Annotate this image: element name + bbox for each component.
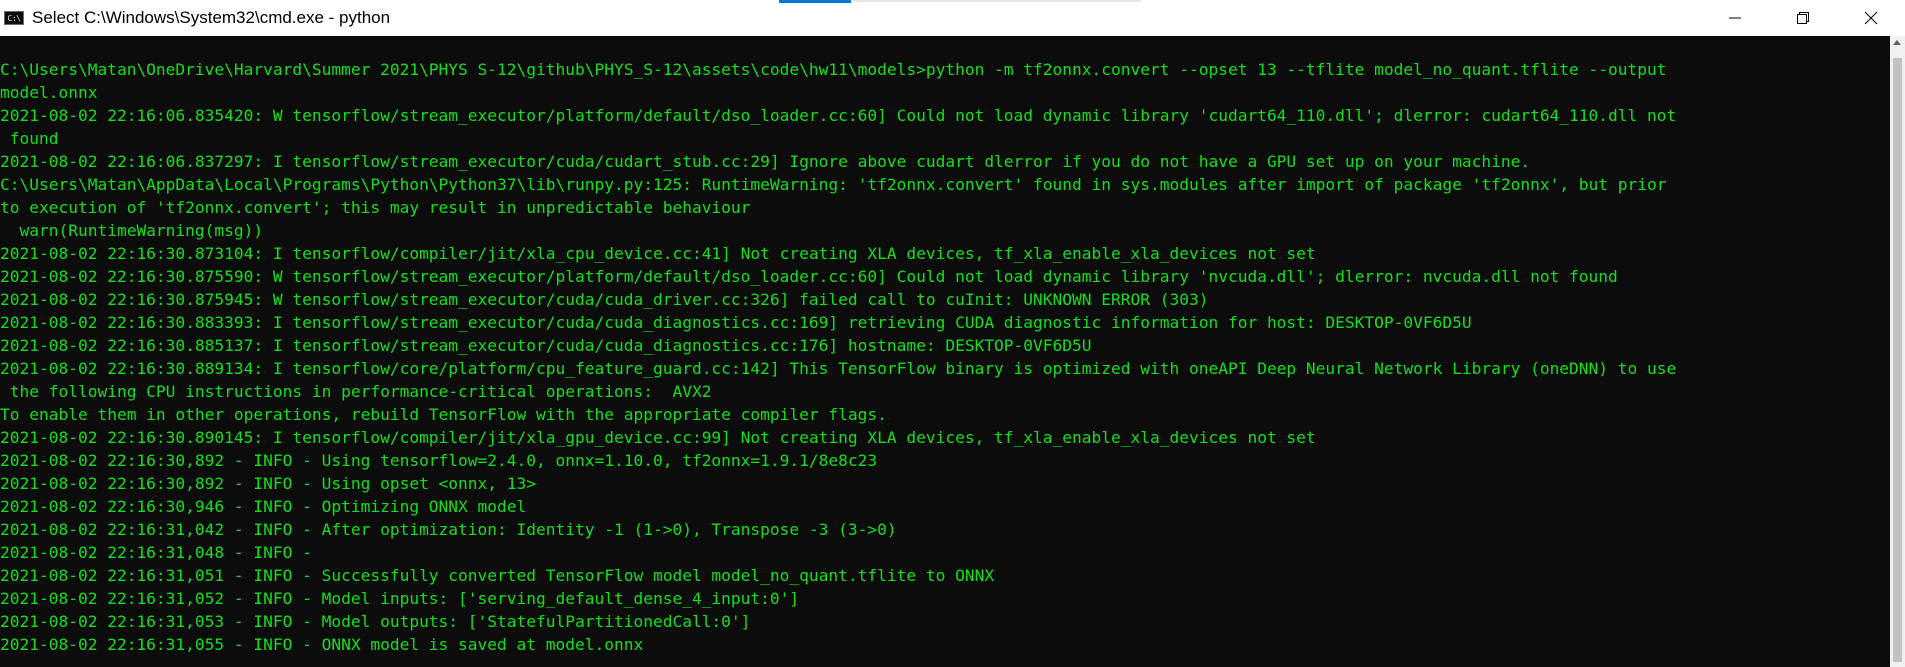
- console-line: 2021-08-02 22:16:30.890145: I tensorflow…: [0, 428, 1316, 447]
- window-controls: [1701, 0, 1905, 36]
- cmd-app-icon-text: C:\: [7, 13, 21, 23]
- close-button[interactable]: [1837, 0, 1905, 36]
- title-bar[interactable]: C:\ Select C:\Windows\System32\cmd.exe -…: [0, 0, 1905, 36]
- title-accent-line: [851, 0, 1141, 2]
- console-output-area[interactable]: C:\Users\Matan\OneDrive\Harvard\Summer 2…: [0, 36, 1890, 667]
- cmd-window: C:\ Select C:\Windows\System32\cmd.exe -…: [0, 0, 1905, 667]
- console-line: 2021-08-02 22:16:31,053 - INFO - Model o…: [0, 612, 751, 631]
- console-line: 2021-08-02 22:16:30,892 - INFO - Using o…: [0, 474, 537, 493]
- console-line: 2021-08-02 22:16:30,946 - INFO - Optimiz…: [0, 497, 527, 516]
- console-line: 2021-08-02 22:16:06.835420: W tensorflow…: [0, 106, 1677, 125]
- console-line: C:\Users\Matan\OneDrive\Harvard\Summer 2…: [0, 60, 1667, 79]
- maximize-button[interactable]: [1769, 0, 1837, 36]
- console-line: 2021-08-02 22:16:31,048 - INFO -: [0, 543, 312, 562]
- console-line: To enable them in other operations, rebu…: [0, 405, 887, 424]
- scroll-up-arrow-icon[interactable]: [1893, 40, 1901, 45]
- console-line: 2021-08-02 22:16:30.875590: W tensorflow…: [0, 267, 1618, 286]
- scrollbar-thumb[interactable]: [1893, 58, 1902, 662]
- console-line: 2021-08-02 22:16:31,051 - INFO - Success…: [0, 566, 995, 585]
- console-line: 2021-08-02 22:16:30.885137: I tensorflow…: [0, 336, 1092, 355]
- console-line: warn(RuntimeWarning(msg)): [0, 221, 264, 240]
- console-line: 2021-08-02 22:16:31,055 - INFO - ONNX mo…: [0, 635, 644, 654]
- title-accent-bar: [779, 0, 851, 3]
- console-line: 2021-08-02 22:16:30.875945: W tensorflow…: [0, 290, 1209, 309]
- console-line: 2021-08-02 22:16:30.889134: I tensorflow…: [0, 359, 1677, 378]
- restore-icon: [1797, 12, 1809, 24]
- console-line: 2021-08-02 22:16:30.883393: I tensorflow…: [0, 313, 1472, 332]
- console-line: model.onnx: [0, 83, 98, 102]
- console-line: 2021-08-02 22:16:31,042 - INFO - After o…: [0, 520, 897, 539]
- console-line: to execution of 'tf2onnx.convert'; this …: [0, 198, 751, 217]
- console-line: 2021-08-02 22:16:06.837297: I tensorflow…: [0, 152, 1531, 171]
- console-line: 2021-08-02 22:16:31,052 - INFO - Model i…: [0, 589, 800, 608]
- minimize-button[interactable]: [1701, 0, 1769, 36]
- console-line: 2021-08-02 22:16:30,892 - INFO - Using t…: [0, 451, 878, 470]
- minimize-icon: [1729, 17, 1741, 19]
- vertical-scrollbar[interactable]: [1890, 36, 1905, 667]
- window-title: Select C:\Windows\System32\cmd.exe - pyt…: [32, 8, 391, 27]
- close-icon: [1864, 11, 1878, 25]
- console-line: found: [0, 129, 59, 148]
- console-line: C:\Users\Matan\AppData\Local\Programs\Py…: [0, 175, 1667, 194]
- console-text: C:\Users\Matan\OneDrive\Harvard\Summer 2…: [0, 58, 1676, 656]
- console-line: the following CPU instructions in perfor…: [0, 382, 712, 401]
- cmd-app-icon[interactable]: C:\: [4, 11, 24, 25]
- console-line: 2021-08-02 22:16:30.873104: I tensorflow…: [0, 244, 1316, 263]
